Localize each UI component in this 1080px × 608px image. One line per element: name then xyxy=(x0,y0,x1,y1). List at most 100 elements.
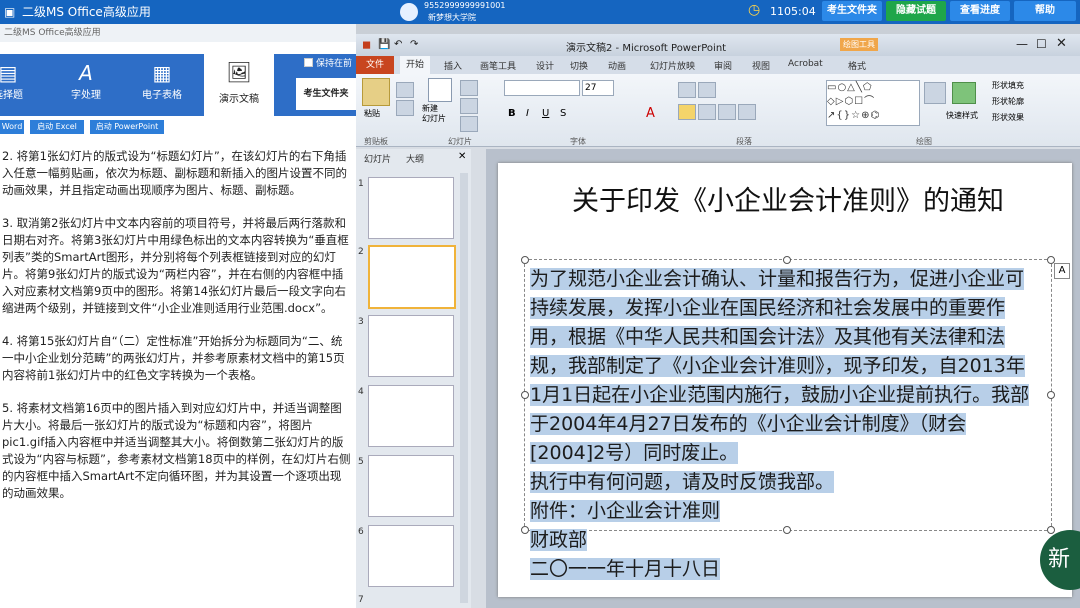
panel-tab-outline[interactable]: 大纲 xyxy=(406,152,424,165)
powerpoint-logo-icon: ◼ xyxy=(362,38,372,51)
tab-excel[interactable]: ▦ 电子表格 xyxy=(132,60,192,112)
question-item: 4. 将第15张幻灯片自“（二）定性标准”开始拆分为标题同为“二、统一中小企业划… xyxy=(2,334,345,382)
section-icon[interactable] xyxy=(460,116,478,132)
launch-word-button[interactable]: Word xyxy=(0,120,24,134)
ppt-title-bar: ◼ 💾 ↶ ↷ 演示文稿2 - Microsoft PowerPoint 绘图工… xyxy=(356,34,1080,56)
hide-question-button[interactable]: 隐藏试题 xyxy=(886,1,946,21)
arrange-icon[interactable] xyxy=(924,82,946,104)
examinee-id: 9552999999991001 xyxy=(424,1,506,10)
slide-thumbnail-4[interactable] xyxy=(368,385,454,447)
group-drawing: 绘图 xyxy=(916,137,932,146)
current-slide[interactable]: 关于印发《小企业会计准则》的通知 为了规范小企业会计确认、计量和报告行为，促进小… xyxy=(498,163,1072,597)
panel-tab-slides[interactable]: 幻灯片 xyxy=(364,152,391,165)
slide-number: 6 xyxy=(358,527,364,537)
tab-home[interactable]: 开始 xyxy=(400,56,430,74)
examinee-folder-link[interactable]: 考生文件夹 xyxy=(296,78,356,110)
maximize-icon[interactable]: ☐ xyxy=(1036,37,1047,51)
panel-close-icon[interactable]: ✕ xyxy=(458,151,466,162)
panel-scrollbar[interactable] xyxy=(460,173,468,603)
tab-powerpoint[interactable]: 🖼 演示文稿 xyxy=(204,54,274,116)
slide-body-text[interactable]: 为了规范小企业会计确认、计量和报告行为，促进小企业可持续发展，发挥小企业在国民经… xyxy=(530,265,1030,584)
undo-icon[interactable]: ↶ xyxy=(394,39,402,50)
document-icon: ▤ xyxy=(0,61,18,85)
group-slides: 幻灯片 xyxy=(448,137,472,146)
shape-effect-button[interactable]: 形状效果 xyxy=(992,112,1024,123)
resize-handle[interactable] xyxy=(521,256,529,264)
slide-thumbnail-5[interactable] xyxy=(368,455,454,517)
shape-outline-button[interactable]: 形状轮廓 xyxy=(992,96,1024,107)
slide-thumbnail-6[interactable] xyxy=(368,525,454,587)
slide-title[interactable]: 关于印发《小企业会计准则》的通知 xyxy=(528,185,1048,219)
shadow-icon[interactable]: S xyxy=(560,108,566,119)
resize-handle[interactable] xyxy=(1047,526,1055,534)
resize-handle[interactable] xyxy=(521,526,529,534)
font-size-box[interactable]: 27 xyxy=(582,80,614,96)
cut-icon[interactable] xyxy=(396,82,414,98)
quick-styles-icon[interactable] xyxy=(952,82,976,104)
tab-file[interactable]: 文件 xyxy=(356,56,394,74)
drawing-tools-context-tab: 绘图工具 xyxy=(840,38,878,51)
bullets-icon[interactable] xyxy=(678,82,696,98)
layout-icon[interactable] xyxy=(460,80,478,96)
question-item: 5. 将素材文档第16页中的图片插入到对应幻灯片中，并适当调整图片大小。将最后一… xyxy=(2,401,351,500)
slide-number: 4 xyxy=(358,387,364,397)
font-color-icon[interactable]: A xyxy=(646,106,655,121)
underline-icon[interactable]: U xyxy=(542,108,549,119)
resize-handle[interactable] xyxy=(783,256,791,264)
tab-choice[interactable]: ▤ 选择题 xyxy=(0,60,38,112)
bold-icon[interactable]: B xyxy=(508,108,516,119)
help-button[interactable]: 帮助 xyxy=(1014,1,1076,21)
slide-thumbnail-1[interactable] xyxy=(368,177,454,239)
slide-thumbnail-2[interactable] xyxy=(368,245,456,309)
slide-number: 7 xyxy=(358,595,364,605)
numbering-icon[interactable] xyxy=(698,82,716,98)
view-progress-button[interactable]: 查看进度 xyxy=(950,1,1010,21)
question-window-header: 二级MS Office高级应用 xyxy=(0,24,356,42)
powerpoint-window: ◼ 💾 ↶ ↷ 演示文稿2 - Microsoft PowerPoint 绘图工… xyxy=(356,34,1080,608)
copy-icon[interactable] xyxy=(396,100,414,116)
shape-fill-button[interactable]: 形状填充 xyxy=(992,80,1024,91)
tab-view[interactable]: 视图 xyxy=(752,59,770,72)
paste-icon[interactable] xyxy=(362,78,390,106)
stay-on-top-checkbox[interactable] xyxy=(304,58,313,67)
body-paragraph: 执行中有何问题，请及时反馈我部。 xyxy=(530,471,835,493)
align-right-icon[interactable] xyxy=(718,104,736,120)
question-item: 3. 取消第2张幻灯片中文本内容前的项目符号，并将最后两行落款和日期右对齐。将第… xyxy=(2,216,349,315)
exam-title: 二级MS Office高级应用 xyxy=(22,5,151,19)
tab-word[interactable]: A 字处理 xyxy=(56,60,116,112)
resize-handle[interactable] xyxy=(1047,391,1055,399)
close-icon[interactable]: ✕ xyxy=(1056,36,1067,51)
resize-handle[interactable] xyxy=(521,391,529,399)
justify-icon[interactable] xyxy=(738,104,756,120)
body-paragraph: 财政部 xyxy=(530,529,588,551)
align-center-icon[interactable] xyxy=(698,104,716,120)
tab-acrobat[interactable]: Acrobat xyxy=(788,59,823,69)
exam-top-bar: ▣ 二级MS Office高级应用 9552999999991001 新梦想大学… xyxy=(0,0,1080,24)
tab-pen[interactable]: 画笔工具 xyxy=(480,59,516,72)
minimize-icon[interactable]: — xyxy=(1016,37,1028,51)
align-left-icon[interactable] xyxy=(678,104,696,120)
italic-icon[interactable]: I xyxy=(526,108,529,119)
shapes-gallery[interactable]: ▭○△╲⬠ ◇▷⬡☐⌒ ↗{}☆⊕⌬ xyxy=(826,80,920,126)
group-paragraph: 段落 xyxy=(736,137,752,146)
tab-slideshow[interactable]: 幻灯片放映 xyxy=(650,59,695,72)
autofit-options-icon[interactable]: A xyxy=(1054,263,1070,279)
question-item: 2. 将第1张幻灯片的版式设为“标题幻灯片”，在该幻灯片的右下角插入任意一幅剪贴… xyxy=(2,149,347,197)
save-icon[interactable]: 💾 xyxy=(378,39,390,50)
font-name-box[interactable] xyxy=(504,80,580,96)
reset-icon[interactable] xyxy=(460,98,478,114)
redo-icon[interactable]: ↷ xyxy=(410,39,418,50)
slide-thumbnail-3[interactable] xyxy=(368,315,454,377)
launch-powerpoint-button[interactable]: 启动 PowerPoint xyxy=(90,120,164,134)
tab-review[interactable]: 审阅 xyxy=(714,59,732,72)
tab-insert[interactable]: 插入 xyxy=(444,59,462,72)
tab-design[interactable]: 设计 xyxy=(536,59,554,72)
tab-format[interactable]: 格式 xyxy=(848,59,866,72)
body-paragraph: 附件：小企业会计准则 xyxy=(530,500,721,522)
tab-animations[interactable]: 动画 xyxy=(608,59,626,72)
tab-transitions[interactable]: 切换 xyxy=(570,59,588,72)
new-slide-icon[interactable] xyxy=(428,78,452,102)
launch-excel-button[interactable]: 启动 Excel xyxy=(30,120,84,134)
tab-word-label: 字处理 xyxy=(71,90,101,101)
examinee-folder-button[interactable]: 考生文件夹 xyxy=(822,1,882,21)
